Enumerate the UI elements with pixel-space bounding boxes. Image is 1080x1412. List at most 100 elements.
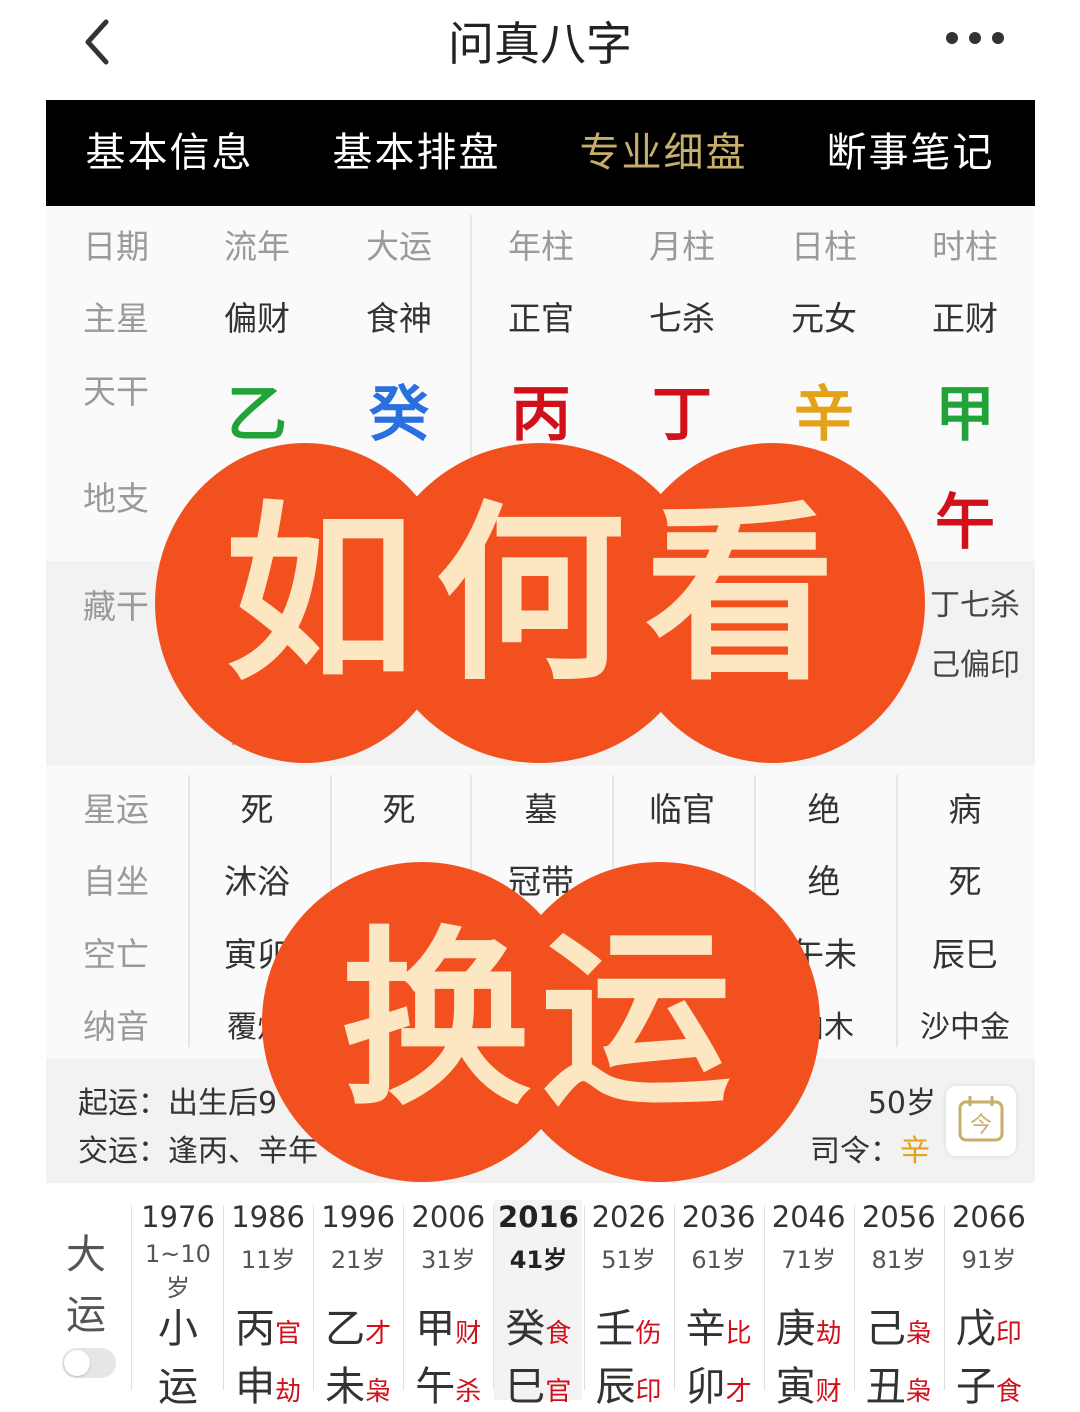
dayun-age: 41岁 xyxy=(509,1246,568,1274)
gan-tag: 伤 xyxy=(635,1319,662,1349)
dayun-column[interactable]: 2016 41岁 癸食 巳官 xyxy=(494,1200,583,1410)
dayun-gan: 丙官 xyxy=(224,1296,312,1354)
dayun-gan: 辛比 xyxy=(675,1296,763,1354)
dayun-zhi: 未枭 xyxy=(314,1354,402,1412)
column-header-year-pillar: 年柱 xyxy=(508,227,574,266)
qiyun-value: 出生后9 xyxy=(168,1086,278,1121)
dayun-zhi: 卯才 xyxy=(675,1354,763,1412)
gan-char: 甲 xyxy=(415,1306,456,1352)
dayun-age: 51岁 xyxy=(601,1246,656,1274)
divider xyxy=(493,1205,495,1390)
zhi-char: 子 xyxy=(955,1364,996,1410)
calendar-icon: 今 xyxy=(958,1096,1004,1142)
zhi-char: 巳 xyxy=(505,1364,546,1410)
zizuo-value: 沐浴 xyxy=(224,862,290,901)
siling-row: 司令：辛 xyxy=(810,1126,930,1170)
dayun-label-top: 大 xyxy=(66,1232,106,1278)
tiangan-char: 丙 xyxy=(511,380,571,450)
divider xyxy=(223,1205,225,1390)
dayun-age: 1~10岁 xyxy=(145,1240,211,1302)
row-label-zhuxing: 主星 xyxy=(83,299,149,338)
dayun-column[interactable]: 2046 71岁 庚劫 寅财 xyxy=(765,1200,853,1410)
canggan-value: 己偏印 xyxy=(930,648,1020,683)
xingyun-value: 死 xyxy=(382,790,416,829)
dayun-gan: 壬伤 xyxy=(585,1296,673,1354)
gan-char: 乙 xyxy=(325,1306,366,1352)
dayun-age: 81岁 xyxy=(871,1246,927,1274)
dayun-zhi: 巳官 xyxy=(494,1354,582,1412)
zhi-tag: 枭 xyxy=(905,1377,932,1407)
dayun-year: 2056 xyxy=(861,1200,936,1234)
zhi-char: 寅 xyxy=(775,1364,816,1410)
dayun-zhi: 丑枭 xyxy=(855,1354,943,1412)
tab-basic-info[interactable]: 基本信息 xyxy=(46,100,293,206)
tab-basic-chart[interactable]: 基本排盘 xyxy=(293,100,540,206)
dayun-age: 71岁 xyxy=(781,1246,836,1274)
toggle-knob xyxy=(64,1350,90,1376)
zhi-char: 未 xyxy=(325,1364,366,1410)
divider xyxy=(763,1205,765,1390)
tiangan-char: 乙 xyxy=(227,380,287,450)
dayun-column[interactable]: 1976 1~10岁小运 xyxy=(134,1200,222,1410)
zhi-char: 午 xyxy=(415,1364,456,1410)
dayun-zhi: 寅财 xyxy=(765,1354,853,1412)
dayun-label-bottom: 运 xyxy=(66,1292,106,1338)
calendar-button[interactable]: 今 xyxy=(946,1086,1016,1156)
dayun-zhi: 运 xyxy=(134,1354,222,1412)
dayun-column[interactable]: 2066 91岁 戊印 子食 xyxy=(945,1200,1033,1410)
dayun-age: 61岁 xyxy=(691,1246,746,1274)
dayun-column[interactable]: 2036 61岁 辛比 卯才 xyxy=(675,1200,763,1410)
divider xyxy=(853,1205,855,1390)
zizuo-value: 绝 xyxy=(807,862,841,901)
dayun-zhi: 子食 xyxy=(945,1354,1033,1412)
dayun-column[interactable]: 2006 31岁 甲财 午杀 xyxy=(404,1200,492,1410)
zhi-char: 卯 xyxy=(685,1364,726,1410)
gan-char: 己 xyxy=(865,1306,906,1352)
dayun-column[interactable]: 1986 11岁 丙官 申劫 xyxy=(224,1200,312,1410)
gan-tag: 枭 xyxy=(905,1319,932,1349)
dayun-zhi: 午杀 xyxy=(404,1354,492,1412)
zhuxing-value: 正财 xyxy=(932,299,998,338)
jiaoyun-value: 逢丙、辛年 xyxy=(168,1134,318,1169)
zhi-tag: 劫 xyxy=(275,1377,302,1407)
dayun-age: 31岁 xyxy=(421,1246,476,1274)
zhuxing-value: 食神 xyxy=(366,299,432,338)
dayun-column[interactable]: 1996 21岁 乙才 未枭 xyxy=(314,1200,402,1410)
tiangan-char: 甲 xyxy=(935,380,995,450)
dayun-column[interactable]: 2026 51岁 壬伤 辰印 xyxy=(585,1200,673,1410)
dayun-age: 11岁 xyxy=(240,1246,296,1274)
dayun-column[interactable]: 2056 81岁 己枭 丑枭 xyxy=(855,1200,943,1410)
jiaoyun-label: 交运： xyxy=(78,1134,168,1169)
tiangan-char: 丁 xyxy=(652,380,712,450)
column-header-dayun: 大运 xyxy=(366,227,432,266)
zhi-tag: 杀 xyxy=(455,1377,482,1407)
page-title: 问真八字 xyxy=(448,17,632,71)
siling-label: 司令： xyxy=(810,1134,900,1169)
tab-notes[interactable]: 断事笔记 xyxy=(787,100,1034,206)
gan-tag: 印 xyxy=(995,1319,1022,1349)
gan-tag: 财 xyxy=(455,1319,482,1349)
gan-char: 小 xyxy=(158,1306,198,1352)
zhi-tag: 枭 xyxy=(365,1377,392,1407)
dayun-gan: 己枭 xyxy=(855,1296,943,1354)
row-label-nayin: 纳音 xyxy=(83,1007,149,1046)
divider xyxy=(403,1205,405,1390)
dayun-age: 91岁 xyxy=(961,1246,1017,1274)
tab-professional-chart[interactable]: 专业细盘 xyxy=(540,100,787,206)
divider xyxy=(943,1205,945,1390)
zhuxing-value: 正官 xyxy=(508,299,574,338)
gan-char: 壬 xyxy=(595,1306,636,1352)
zhi-tag: 官 xyxy=(545,1377,572,1407)
more-options-icon[interactable] xyxy=(940,18,1010,58)
dayun-gan: 甲财 xyxy=(404,1296,492,1354)
dayun-toggle[interactable] xyxy=(62,1348,116,1378)
dayun-gan: 戊印 xyxy=(945,1296,1033,1354)
row-label-zizuo: 自坐 xyxy=(83,862,149,901)
tab-bar: 基本信息 基本排盘 专业细盘 断事笔记 xyxy=(46,100,1035,206)
dayun-year: 2016 xyxy=(498,1200,579,1234)
column-header-liunian: 流年 xyxy=(224,227,290,266)
zhuxing-value: 偏财 xyxy=(224,299,290,338)
row-label-xingyun: 星运 xyxy=(83,790,149,829)
dayun-age: 21岁 xyxy=(330,1246,386,1274)
xingyun-value: 临官 xyxy=(649,790,715,829)
